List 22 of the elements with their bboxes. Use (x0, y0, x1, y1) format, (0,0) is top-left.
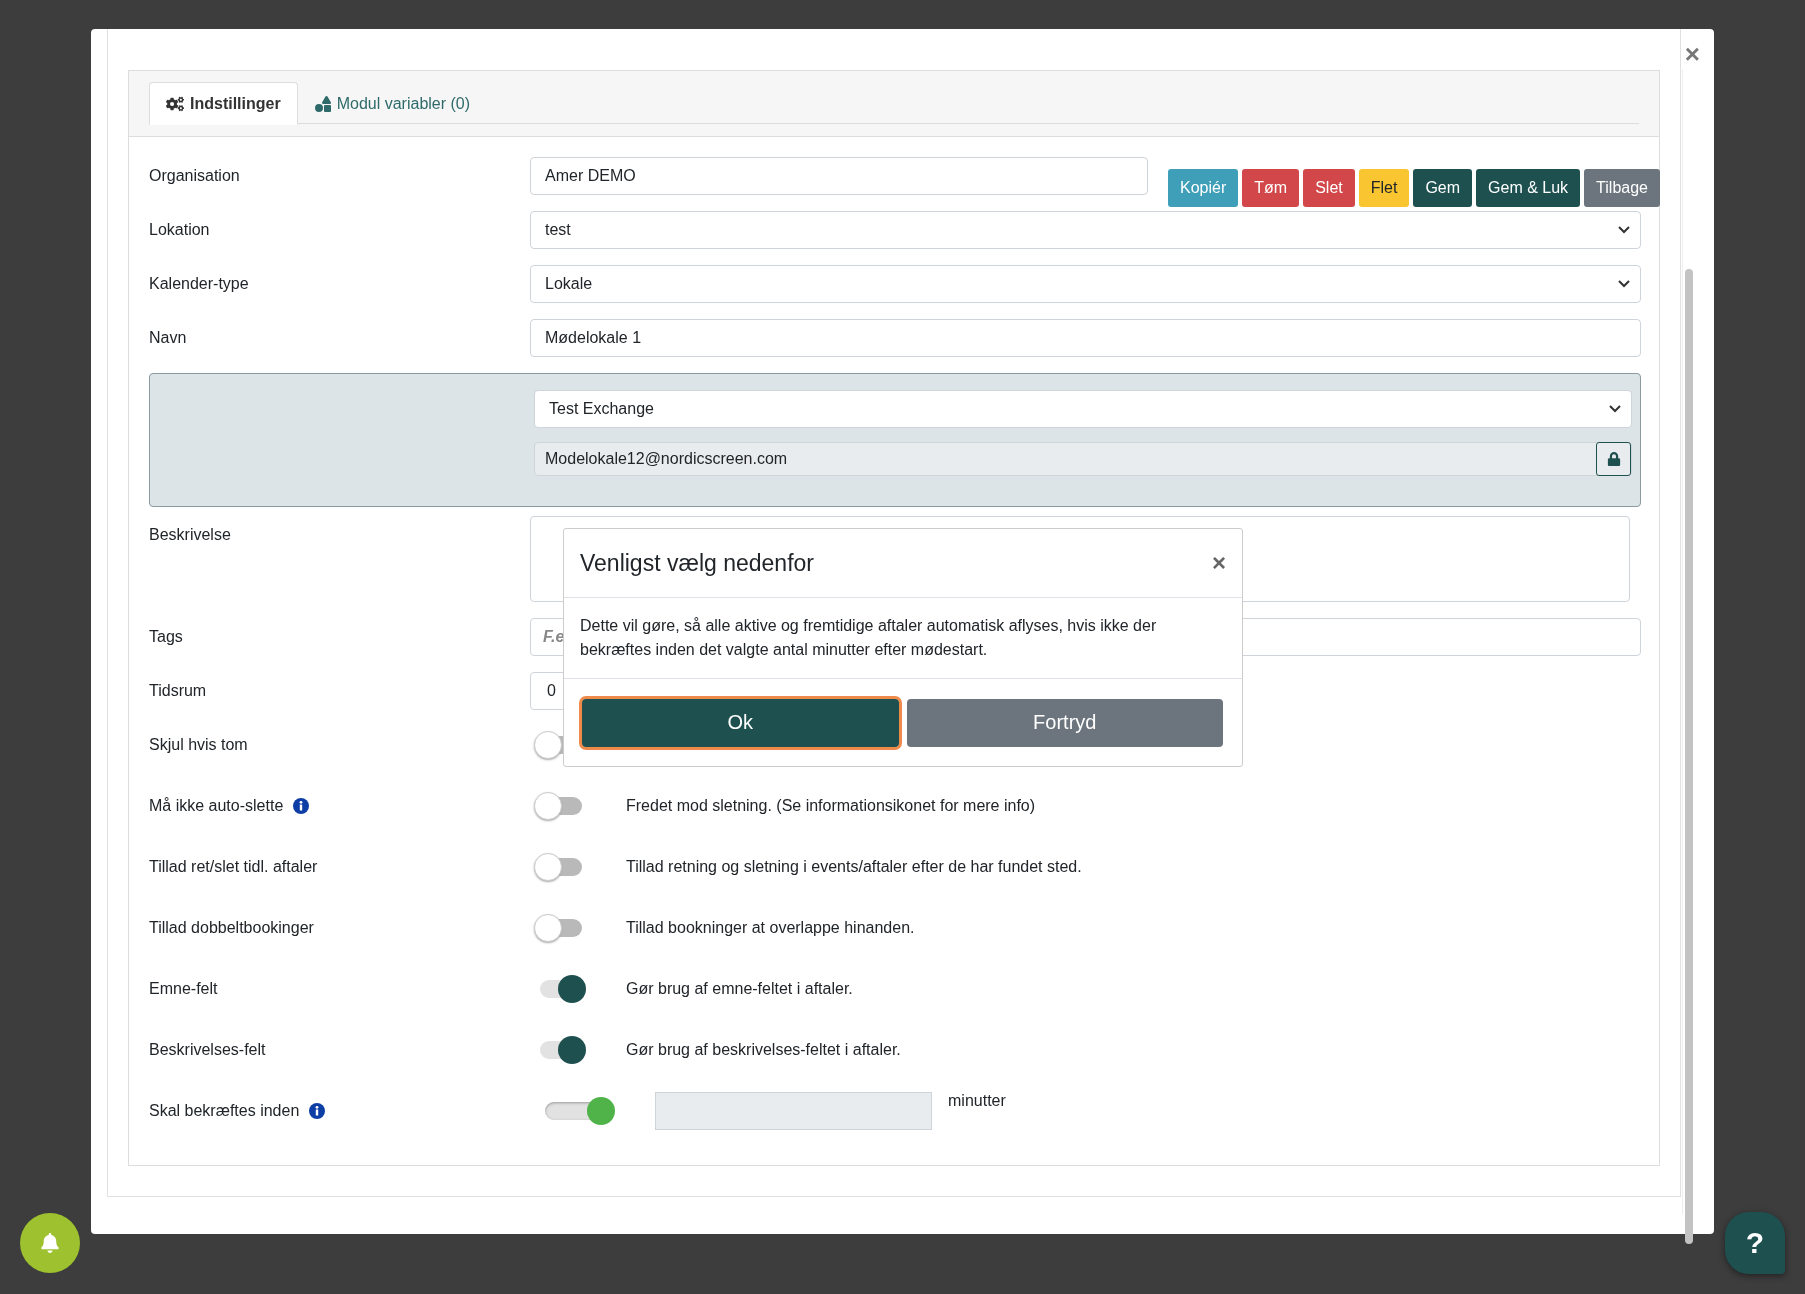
field-label: Tidsrum (149, 682, 208, 700)
unit-label: minutter (948, 1092, 1006, 1110)
setting-label: Tillad ret/slet tidl. aftaler (149, 858, 318, 876)
setting-label: Tillad dobbeltbookinger (149, 919, 314, 937)
setting-label: Skjul hvis tom (149, 736, 248, 754)
setting-label: Må ikke auto-slette (149, 797, 284, 815)
dialog-title: Venligst vælg nedenfor (580, 549, 814, 577)
field-label: Tags (149, 628, 184, 646)
setting-label: Skal bekræftes inden (149, 1102, 300, 1120)
field-label: Beskrivelse (149, 526, 232, 544)
field-label: Organisation (149, 167, 241, 185)
setting-description: Gør brug af beskrivelses-feltet i aftaler. (626, 1041, 901, 1059)
setting-label: Emne-felt (149, 980, 218, 998)
field-label: Navn (149, 329, 188, 347)
field-label: Kalender-type (149, 275, 250, 293)
setting-description: Tillad retning og sletning i events/aftaler efter de har fundet sted. (626, 858, 1082, 876)
setting-description: Fredet mod sletning. (Se informationsikonet for mere info) (626, 797, 1036, 815)
setting-description: Gør brug af emne-feltet i aftaler. (626, 980, 853, 998)
dialog-message: Dette vil gøre, så alle aktive og fremtidige aftaler automatisk aflyses, hvis ikke der bekræftes inden det valgte antal minutter efter mødestart. (564, 598, 1242, 679)
field-label: Lokation (149, 221, 211, 239)
setting-label: Beskrivelses-felt (149, 1041, 266, 1059)
setting-description: Tillad bookninger at overlappe hinanden. (626, 919, 915, 937)
